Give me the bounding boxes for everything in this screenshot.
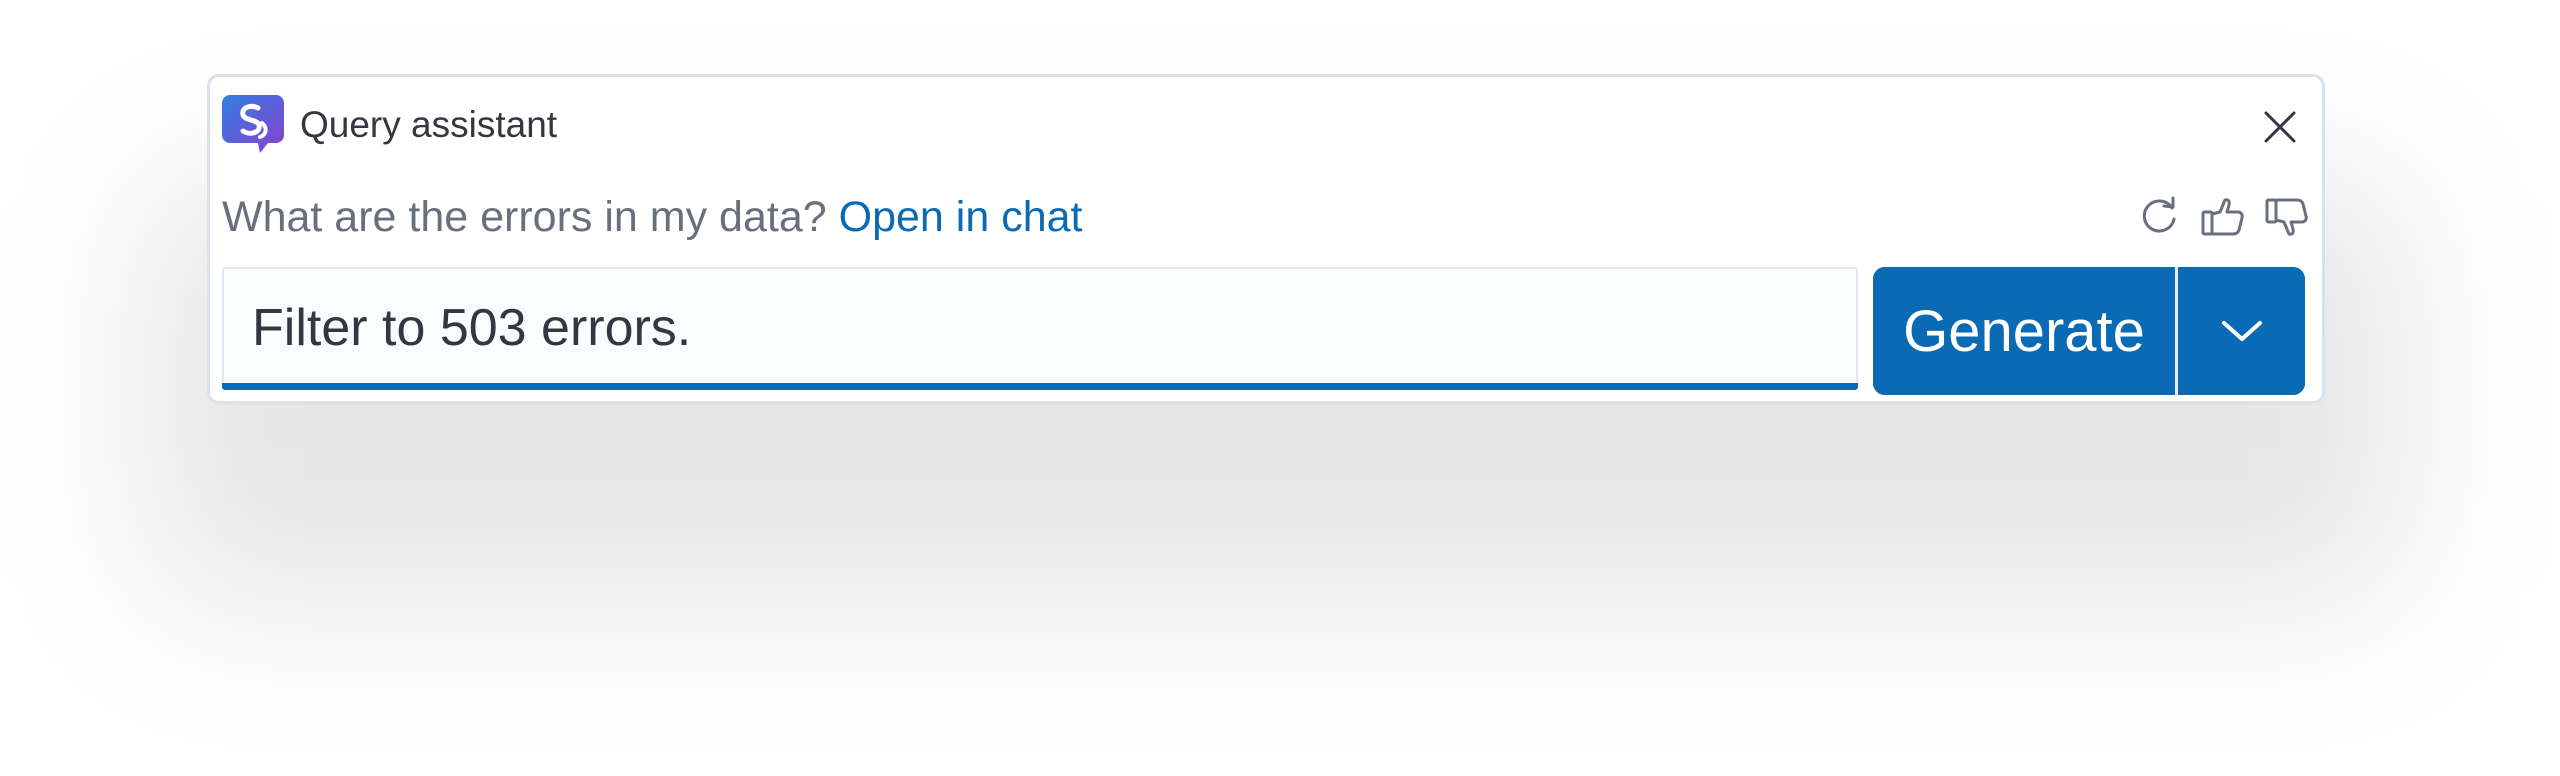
generate-button[interactable]: Generate: [1873, 267, 2175, 395]
panel-title: Query assistant: [300, 103, 558, 145]
prompt-question: What are the errors in my data?: [222, 192, 827, 241]
close-button[interactable]: [2260, 107, 2300, 147]
stage: Query assistant What are the errors in m…: [0, 0, 2560, 776]
button-divider: [2175, 267, 2178, 395]
panel-header: Query assistant: [222, 93, 557, 155]
feedback-actions: [2134, 187, 2312, 247]
close-icon: [2264, 111, 2296, 143]
prompt-row: What are the errors in my data? Open in …: [222, 187, 1082, 247]
query-input[interactable]: [224, 269, 1856, 387]
regenerate-icon[interactable]: [2134, 192, 2184, 242]
chevron-down-icon: [2221, 321, 2262, 341]
generate-options-button[interactable]: [2178, 267, 2305, 395]
open-in-chat-link[interactable]: Open in chat: [839, 195, 1083, 239]
query-input-wrapper: [222, 267, 1858, 390]
thumbs-up-icon[interactable]: [2198, 192, 2248, 242]
query-assistant-panel: Query assistant What are the errors in m…: [207, 74, 2325, 404]
thumbs-down-icon[interactable]: [2262, 192, 2312, 242]
generate-button-group: Generate: [1873, 267, 2305, 395]
assistant-logo-icon: [222, 95, 284, 153]
